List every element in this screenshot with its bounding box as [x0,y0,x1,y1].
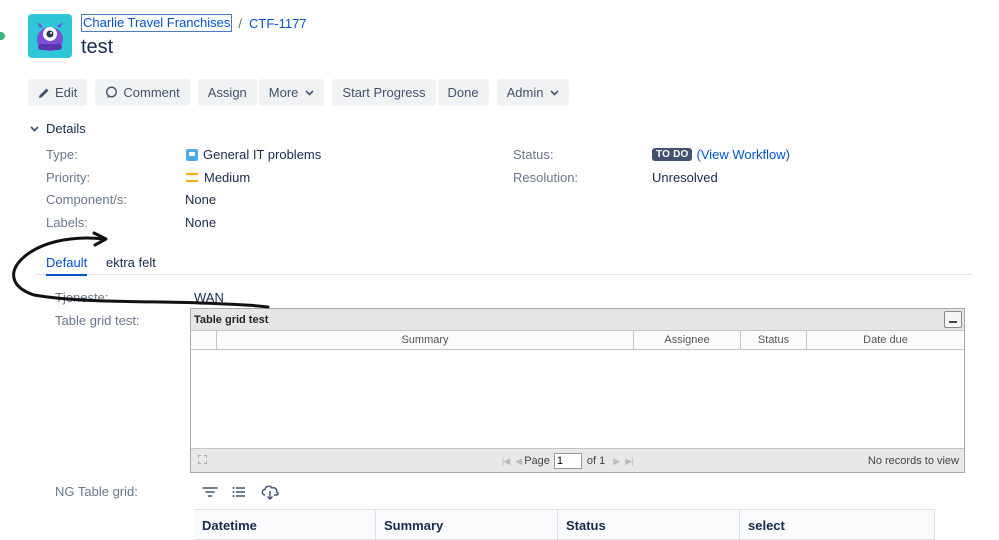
priority-medium-icon [186,173,198,182]
tab-ekstra-felt[interactable]: ektra felt [106,255,156,270]
prev-page-icon[interactable]: ◀ [515,456,522,467]
done-button[interactable]: Done [437,79,489,106]
grid-title: Table grid test [194,314,269,326]
chevron-down-icon [305,89,314,96]
filter-icon[interactable] [202,486,218,498]
issue-type-icon [186,148,198,161]
ng-col-status[interactable]: Status [558,510,740,539]
components-label: Component/s: [46,192,127,207]
chevron-down-icon [30,125,39,132]
field-tabs: Default ektra felt [36,253,972,276]
view-workflow-link[interactable]: (View Workflow) [696,147,789,162]
done-button-label: Done [447,85,479,100]
status-label: Status: [513,147,554,162]
pencil-icon [39,88,49,98]
priority-value-text: Medium [204,170,251,185]
ng-col-select[interactable]: select [740,510,935,539]
status-lozenge: TO DO [652,148,693,161]
monster-avatar-icon [37,22,63,51]
issue-title[interactable]: test [81,36,113,59]
grid-title-bar: Table grid test [191,309,964,331]
grid-col-date-due[interactable]: Date due [807,331,964,349]
more-button[interactable]: More [258,79,325,106]
ng-grid-toolbar [202,484,294,500]
tjeneste-value: WAN [194,290,224,305]
table-grid-label: Table grid test: [55,313,140,328]
grid-pager: |◀ ◀ Page of 1 ▶ ▶| [499,453,635,469]
comment-button-label: Comment [123,85,180,100]
breadcrumb-separator: / [238,15,243,31]
last-page-icon[interactable]: ▶| [625,456,633,467]
resolution-label: Resolution: [513,170,579,185]
breadcrumb: Charlie Travel Franchises / CTF-1177 [81,14,307,32]
grid-footer: |◀ ◀ Page of 1 ▶ ▶| No records to view [191,448,964,472]
type-value-text: General IT problems [203,147,322,162]
next-page-icon[interactable]: ▶ [613,456,620,467]
ng-col-datetime[interactable]: Datetime [194,510,376,539]
tab-default[interactable]: Default [46,255,88,276]
breadcrumb-project-link[interactable]: Charlie Travel Franchises [81,14,233,32]
tjeneste-label: Tjeneste: [55,290,109,305]
cloud-download-icon[interactable] [260,484,280,500]
list-icon[interactable] [232,486,246,498]
type-label: Type: [46,147,78,162]
table-grid: Table grid test Summary Assignee Status … [190,308,965,473]
components-value: None [185,192,217,207]
details-heading: Details [46,121,86,136]
ng-table-grid-label: NG Table grid: [55,484,138,499]
page-number-input[interactable] [553,453,582,469]
priority-value: Medium [186,170,250,185]
assign-button[interactable]: Assign [197,79,257,106]
status-value: TO DO (View Workflow) [652,147,790,162]
labels-value: None [185,215,217,230]
breadcrumb-issue-key-link[interactable]: CTF-1177 [249,16,307,31]
page-label: Page [524,455,550,467]
grid-header-row: Summary Assignee Status Date due [191,331,964,350]
admin-button-label: Admin [506,85,544,100]
ng-col-summary[interactable]: Summary [376,510,558,539]
first-page-icon[interactable]: |◀ [502,456,510,467]
type-value: General IT problems [186,147,321,162]
priority-label: Priority: [46,170,91,185]
edit-button[interactable]: Edit [28,79,88,106]
start-progress-button-label: Start Progress [342,85,426,100]
details-toggle[interactable]: Details [30,121,86,136]
chevron-down-icon [550,89,560,96]
resolution-value: Unresolved [652,170,718,185]
comment-bubble-icon [106,86,118,98]
project-avatar[interactable] [28,14,72,58]
ng-table-header: Datetime Summary Status select [194,509,935,540]
expand-icon[interactable] [198,455,207,464]
grid-col-status[interactable]: Status [741,331,807,349]
labels-label: Labels: [46,215,88,230]
grid-col-assignee[interactable]: Assignee [634,331,741,349]
issue-toolbar: Edit Comment Assign More Start Progress … [28,79,570,106]
edit-button-label: Edit [55,85,78,100]
grid-col-summary[interactable]: Summary [217,331,634,349]
page-total: of 1 [586,455,606,467]
grid-col-select[interactable] [191,331,217,349]
minimize-icon[interactable] [944,311,962,328]
comment-button[interactable]: Comment [95,79,190,106]
no-records-text: No records to view [867,455,959,467]
admin-button[interactable]: Admin [496,79,570,106]
sidebar-indicator [0,32,5,40]
start-progress-button[interactable]: Start Progress [332,79,436,106]
more-button-label: More [268,85,299,100]
assign-button-label: Assign [207,85,247,100]
